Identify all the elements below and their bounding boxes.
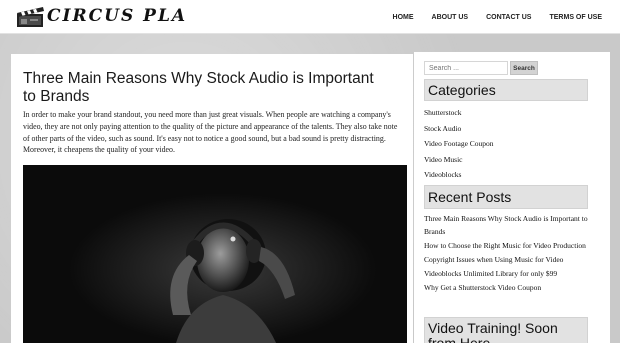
- featured-image[interactable]: [23, 165, 407, 343]
- category-video-music[interactable]: Video Music: [424, 154, 594, 170]
- recent-posts-list: Three Main Reasons Why Stock Audio is Im…: [424, 213, 594, 297]
- nav-terms-of-use[interactable]: TERMS OF USE: [549, 14, 602, 21]
- recent-post-item[interactable]: Three Main Reasons Why Stock Audio is Im…: [424, 213, 594, 238]
- site-title: CIRCUS PLA: [47, 6, 188, 26]
- recent-post-item[interactable]: How to Choose the Right Music for Video …: [424, 240, 594, 253]
- nav-home[interactable]: HOME: [393, 14, 414, 21]
- video-training-heading: Video Training! Soon from Here: [424, 317, 588, 343]
- site-logo[interactable]: CIRCUS PLA: [16, 3, 187, 29]
- recent-post-item[interactable]: Videoblocks Unlimited Library for only $…: [424, 268, 594, 281]
- woman-headphones-image: [23, 165, 407, 343]
- clapperboard-icon: [16, 4, 46, 28]
- search-input[interactable]: [424, 61, 508, 75]
- nav-about-us[interactable]: ABOUT US: [432, 14, 469, 21]
- post-excerpt: In order to make your brand standout, yo…: [23, 110, 398, 155]
- categories-heading: Categories: [424, 79, 588, 101]
- category-video-footage-coupon[interactable]: Video Footage Coupon: [424, 138, 594, 154]
- nav-contact-us[interactable]: CONTACT US: [486, 14, 531, 21]
- category-stock-audio[interactable]: Stock Audio: [424, 123, 594, 139]
- categories-list: Shutterstock Stock Audio Video Footage C…: [424, 107, 594, 185]
- recent-post-item[interactable]: Copyright Issues when Using Music for Vi…: [424, 254, 594, 267]
- main-content: Three Main Reasons Why Stock Audio is Im…: [11, 54, 413, 343]
- category-videoblocks[interactable]: Videoblocks: [424, 169, 594, 185]
- recent-posts-heading: Recent Posts: [424, 185, 588, 209]
- recent-post-item[interactable]: Why Get a Shutterstock Video Coupon: [424, 282, 594, 295]
- category-shutterstock[interactable]: Shutterstock: [424, 107, 594, 123]
- main-nav: HOME ABOUT US CONTACT US TERMS OF USE: [393, 0, 602, 34]
- post-title[interactable]: Three Main Reasons Why Stock Audio is Im…: [23, 70, 383, 106]
- site-header: CIRCUS PLA HOME ABOUT US CONTACT US TERM…: [0, 0, 620, 34]
- sidebar: Search Categories Shutterstock Stock Aud…: [414, 52, 610, 343]
- search-button[interactable]: Search: [510, 61, 538, 75]
